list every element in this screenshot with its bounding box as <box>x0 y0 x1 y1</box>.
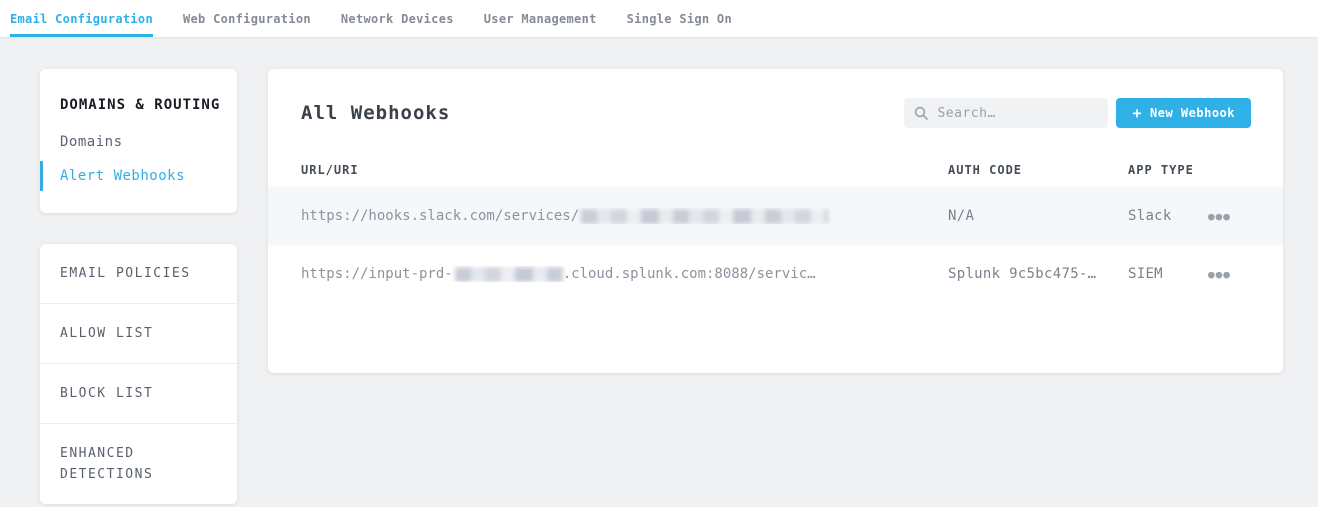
sidebar-domains-routing-card: DOMAINS & ROUTING Domains Alert Webhooks <box>40 69 237 213</box>
page-title: All Webhooks <box>301 102 904 124</box>
table-header-row: URL/URI AUTH CODE APP TYPE <box>268 153 1283 187</box>
redacted-url-segment <box>455 267 563 282</box>
app-type-cell: SIEM <box>1128 266 1208 282</box>
auth-code-cell: Splunk 9c5bc475-… <box>948 266 1128 282</box>
row-actions-ellipsis-icon[interactable]: ●●● <box>1208 211 1231 222</box>
app-type-cell: Slack <box>1128 208 1208 224</box>
sidebar-item-email-policies[interactable]: EMAIL POLICIES <box>40 244 237 304</box>
tab-network-devices[interactable]: Network Devices <box>341 0 454 37</box>
sidebar-policies-card: EMAIL POLICIES ALLOW LIST BLOCK LIST ENH… <box>40 244 237 504</box>
sidebar-item-block-list[interactable]: BLOCK LIST <box>40 364 237 424</box>
new-webhook-label: New Webhook <box>1150 106 1235 120</box>
column-header-auth-code: AUTH CODE <box>948 163 1128 177</box>
sidebar-item-alert-webhooks[interactable]: Alert Webhooks <box>40 159 237 193</box>
row-actions-ellipsis-icon[interactable]: ●●● <box>1208 269 1231 280</box>
sidebar-section-header: DOMAINS & ROUTING <box>40 87 237 125</box>
column-header-url: URL/URI <box>301 163 948 177</box>
table-row-siem[interactable]: https://input-prd- .cloud.splunk.com:808… <box>268 245 1283 303</box>
webhook-url-cell: https://input-prd- .cloud.splunk.com:808… <box>301 266 948 282</box>
new-webhook-button[interactable]: + New Webhook <box>1116 98 1251 128</box>
url-text: https://input-prd- <box>301 266 453 282</box>
plus-icon: + <box>1132 106 1142 121</box>
sidebar-item-allow-list[interactable]: ALLOW LIST <box>40 304 237 364</box>
tab-email-configuration[interactable]: Email Configuration <box>10 0 153 37</box>
top-navigation: Email Configuration Web Configuration Ne… <box>0 0 1318 37</box>
search-input[interactable] <box>937 106 1098 121</box>
column-header-app-type: APP TYPE <box>1128 163 1208 177</box>
url-text-suffix: .cloud.splunk.com:8088/servic… <box>563 266 816 282</box>
sidebar-item-enhanced-detections[interactable]: ENHANCED DETECTIONS <box>40 424 237 504</box>
url-text: https://hooks.slack.com/services/ <box>301 208 579 224</box>
webhooks-panel: All Webhooks + New Webhook URL/URI AUTH … <box>268 69 1283 373</box>
sidebar-item-domains[interactable]: Domains <box>40 125 237 159</box>
redacted-url-segment <box>581 209 828 224</box>
tab-single-sign-on[interactable]: Single Sign On <box>627 0 732 37</box>
search-icon <box>914 106 928 120</box>
webhooks-table: URL/URI AUTH CODE APP TYPE https://hooks… <box>268 153 1283 303</box>
tab-user-management[interactable]: User Management <box>484 0 597 37</box>
table-row-slack[interactable]: https://hooks.slack.com/services/ N/A Sl… <box>268 187 1283 245</box>
tab-web-configuration[interactable]: Web Configuration <box>183 0 311 37</box>
auth-code-cell: N/A <box>948 208 1128 224</box>
webhook-url-cell: https://hooks.slack.com/services/ <box>301 208 948 224</box>
search-box[interactable] <box>904 98 1108 128</box>
sidebar: DOMAINS & ROUTING Domains Alert Webhooks… <box>40 69 237 504</box>
page-body: DOMAINS & ROUTING Domains Alert Webhooks… <box>0 37 1318 504</box>
panel-header: All Webhooks + New Webhook <box>268 69 1283 128</box>
